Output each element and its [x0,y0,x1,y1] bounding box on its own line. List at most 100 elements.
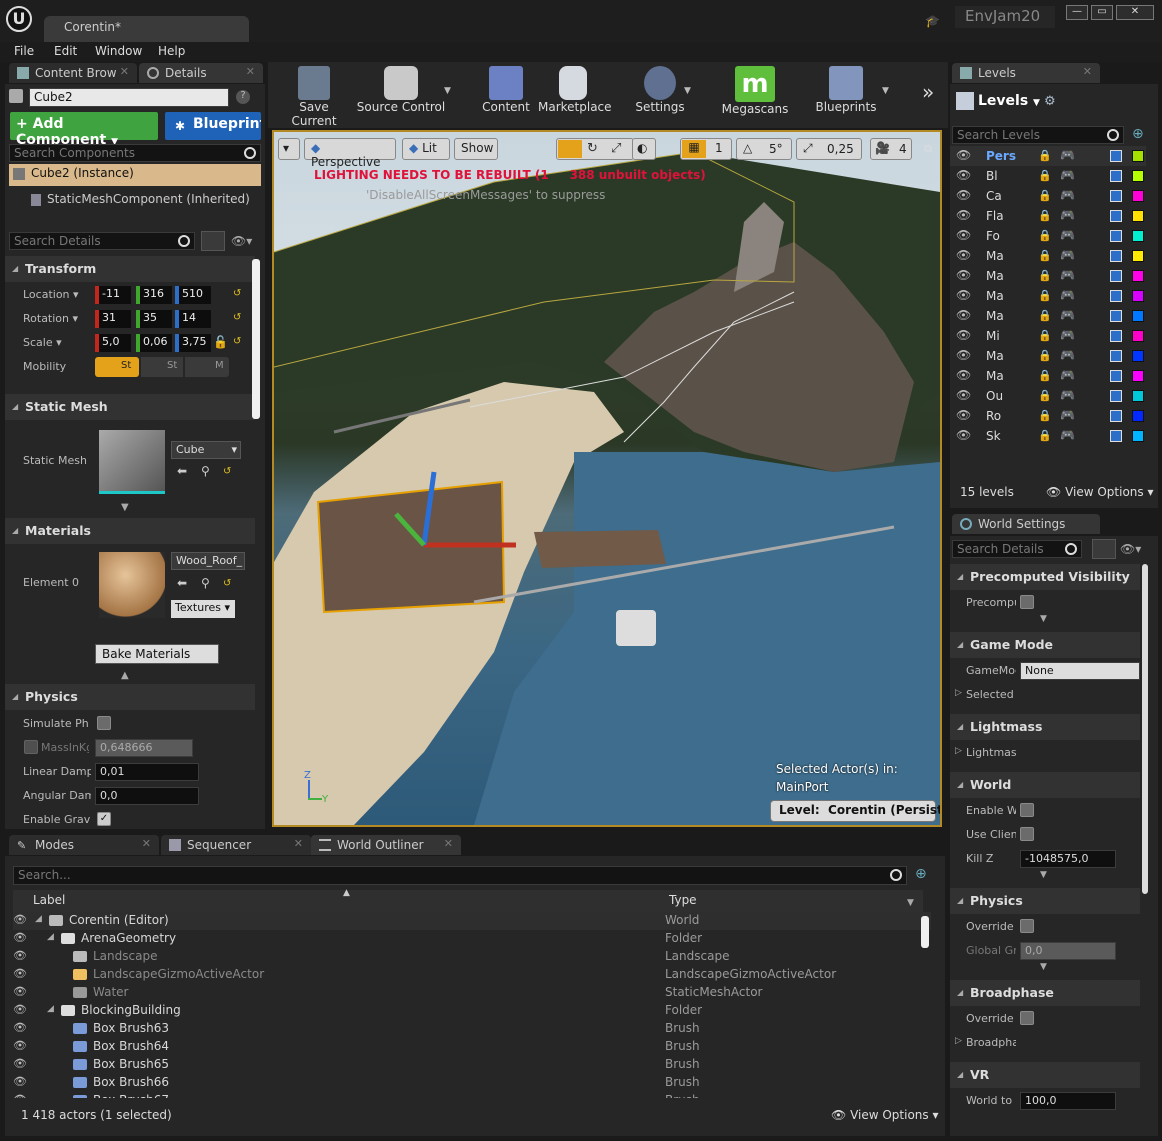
blueprint-button[interactable]: ✱ Blueprint [165,112,261,140]
settings-button[interactable]: Settings [632,66,688,124]
blueprints-button[interactable]: Blueprints [808,66,884,124]
mobility-static-toggle[interactable]: St [95,357,139,377]
level-row[interactable]: 👁 Ma 🔒 🎮 [950,346,1146,366]
save-level-icon[interactable] [1110,250,1122,262]
level-color-swatch[interactable] [1132,430,1144,442]
outliner-row[interactable]: 👁 Box Brush67 Brush [13,1092,931,1098]
save-level-icon[interactable] [1110,390,1122,402]
details-scrollbar[interactable] [252,259,260,419]
search-levels-input[interactable]: Search Levels [952,126,1124,144]
materials-section[interactable]: Materials [5,518,255,544]
visibility-eye-icon[interactable]: 👁 [13,1021,27,1034]
search-details-input[interactable]: Search Details [952,540,1082,558]
save-level-icon[interactable] [1110,190,1122,202]
outliner-row[interactable]: 👁 Box Brush63 Brush [13,1020,931,1038]
lock-icon[interactable]: 🔒 [1038,349,1052,362]
location-y[interactable]: 316 [136,286,172,304]
expand-arrow-icon[interactable]: ◢ [47,932,54,942]
controller-icon[interactable]: 🎮 [1060,208,1075,222]
visibility-eye-icon[interactable]: 👁 [956,408,971,422]
location-label[interactable]: Location ▾ [23,288,79,301]
expand-arrow-icon[interactable]: ◢ [35,914,42,924]
close-tab-icon[interactable]: ✕ [120,65,129,78]
lock-icon[interactable]: 🔒 [1038,269,1052,282]
mass-override-checkbox[interactable] [24,740,38,754]
menu-help[interactable]: Help [158,44,185,58]
outliner-view-options-button[interactable]: 👁 View Options ▾ [831,1108,939,1122]
controller-icon[interactable]: 🎮 [1060,248,1075,262]
level-color-swatch[interactable] [1132,410,1144,422]
controller-icon[interactable]: 🎮 [1060,428,1075,442]
toolbar-overflow-icon[interactable]: » [922,80,934,104]
actor-name-input[interactable]: Cube2 [29,88,229,107]
scale-y[interactable]: 0,06 [136,334,172,352]
enable-gravity-checkbox[interactable]: ✓ [97,812,111,826]
visibility-eye-icon[interactable]: 👁 [13,1075,27,1088]
menu-edit[interactable]: Edit [54,44,77,58]
physics-section[interactable]: Physics [5,684,255,710]
ws-section-header[interactable]: VR [950,1062,1140,1088]
lock-icon[interactable]: 🔒 [1038,369,1052,382]
blueprints-dropdown-icon[interactable]: ▼ [882,86,889,96]
ws-checkbox[interactable] [1020,919,1034,933]
camera-speed-value[interactable]: 4 [899,142,907,156]
outliner-row[interactable]: 👁 Box Brush66 Brush [13,1074,931,1092]
component-instance-row[interactable]: Cube2 (Instance) [9,164,261,186]
level-row[interactable]: 👁 Ma 🔒 🎮 [950,246,1146,266]
level-badge[interactable]: Level: Corentin (Persistent) [770,800,940,822]
save-level-icon[interactable] [1110,370,1122,382]
level-row[interactable]: 👁 Ma 🔒 🎮 [950,366,1146,386]
scale-tool-icon[interactable]: ⤢ [611,141,621,156]
visibility-eye-icon[interactable]: 👁 [956,148,971,162]
maximize-viewport-icon[interactable]: ⧉ [924,142,932,156]
use-selected-icon[interactable]: ⬅ [177,576,187,590]
lock-icon[interactable]: 🔒 [1038,409,1052,422]
level-row[interactable]: 👁 Ca 🔒 🎮 [950,186,1146,206]
ws-number-input[interactable]: 100,0 [1020,1092,1116,1110]
lock-icon[interactable]: 🔒 [1038,149,1052,162]
controller-icon[interactable]: 🎮 [1060,268,1075,282]
column-options-icon[interactable]: ▼ [907,898,914,908]
static-mesh-thumbnail[interactable] [99,430,165,494]
level-row[interactable]: 👁 Ma 🔒 🎮 [950,286,1146,306]
outliner-row[interactable]: 👁 LandscapeGizmoActiveActor LandscapeGizmo… [13,966,931,984]
level-color-swatch[interactable] [1132,290,1144,302]
controller-icon[interactable]: 🎮 [1060,388,1075,402]
outliner-scrollbar[interactable] [921,916,929,948]
visibility-eye-icon[interactable]: 👁 [956,388,971,402]
camera-speed-icon[interactable]: 🎥 [875,141,890,155]
expand-arrow-icon[interactable]: ▷ [955,1036,962,1046]
close-tab-icon[interactable]: ✕ [142,837,151,850]
reset-material-icon[interactable]: ↺ [223,578,231,589]
reset-location-icon[interactable]: ↺ [233,288,241,299]
expand-arrow-icon[interactable]: ▷ [955,746,962,756]
source-control-dropdown-icon[interactable]: ▼ [444,86,451,96]
level-color-swatch[interactable] [1132,170,1144,182]
visibility-eye-icon[interactable]: 👁 [13,1093,27,1098]
level-viewport[interactable]: ▾ ◆ Perspective ◆ Lit Show ↻ ⤢ ◐ ▦ 1 △ 5… [272,130,942,827]
menu-file[interactable]: File [14,44,34,58]
outliner-row[interactable]: 👁 Water StaticMeshActor [13,984,931,1002]
visibility-eye-icon[interactable]: 👁 [956,268,971,282]
lock-icon[interactable]: 🔒 [1038,429,1052,442]
viewport-options-button[interactable]: ▾ [278,138,300,160]
maximize-button[interactable]: ▭ [1091,5,1113,20]
menu-window[interactable]: Window [95,44,142,58]
visibility-eye-icon[interactable]: 👁 [13,931,27,944]
rotation-z[interactable]: 14 [175,310,211,328]
lock-icon[interactable]: 🔒 [1038,169,1052,182]
lock-icon[interactable]: 🔒 [1038,289,1052,302]
megascans-button[interactable]: m Megascans [720,66,790,124]
search-components-input[interactable]: Search Components [9,144,261,162]
world-settings-scrollbar[interactable] [1142,564,1148,894]
level-color-swatch[interactable] [1132,350,1144,362]
ws-dropdown[interactable]: None [1020,662,1140,680]
rotate-tool-icon[interactable]: ↻ [587,141,598,156]
save-level-icon[interactable] [1110,310,1122,322]
grid-snap-value[interactable]: 1 [715,141,723,155]
show-button[interactable]: Show [454,138,498,160]
lock-icon[interactable]: 🔒 [1038,209,1052,222]
level-color-swatch[interactable] [1132,270,1144,282]
visibility-eye-icon[interactable]: 👁 [13,949,27,962]
close-tab-icon[interactable]: ✕ [1083,65,1092,78]
